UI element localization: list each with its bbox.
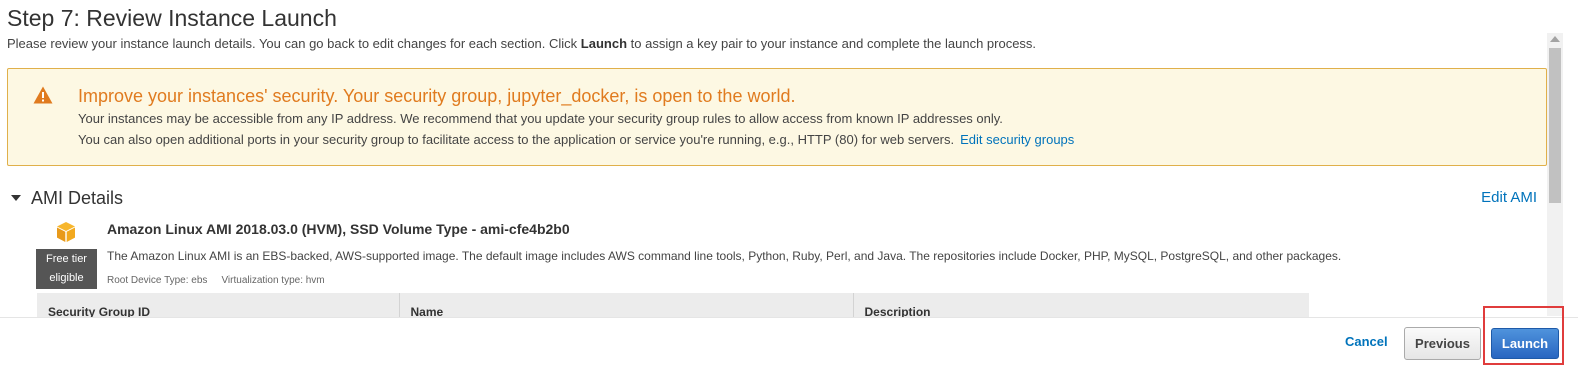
virtualization-type: Virtualization type: hvm — [221, 275, 325, 286]
column-header-name: Name — [399, 293, 854, 317]
intro-launch-keyword: Launch — [580, 36, 628, 51]
warning-title: Improve your instances' security. Your s… — [78, 86, 796, 106]
ami-section-title[interactable]: AMI Details — [31, 188, 123, 209]
ami-description: The Amazon Linux AMI is an EBS-backed, A… — [107, 249, 1342, 263]
intro-text-end: to assign a key pair to your instance an… — [627, 36, 1037, 51]
previous-button[interactable]: Previous — [1404, 327, 1481, 360]
warning-triangle-icon — [33, 86, 53, 104]
table-header-row: Security Group ID Name Description — [37, 293, 1309, 317]
amazon-cube-icon — [57, 222, 75, 242]
free-tier-badge: Free tier eligible — [36, 249, 97, 289]
page-title: Step 7: Review Instance Launch — [7, 5, 337, 31]
edit-ami-link[interactable]: Edit AMI — [1481, 189, 1537, 206]
warning-text-line-1: Your instances may be accessible from an… — [78, 111, 1003, 126]
column-header-security-group-id: Security Group ID — [37, 293, 400, 317]
scroll-up-arrow-icon[interactable] — [1550, 36, 1560, 42]
intro-text: Please review your instance launch detai… — [7, 36, 1036, 51]
security-groups-header: Security Group ID Name Description — [37, 293, 1309, 317]
ami-name: Amazon Linux AMI 2018.03.0 (HVM), SSD Vo… — [107, 221, 570, 237]
security-groups-table: Security Group ID Name Description — [37, 293, 1309, 317]
ami-section-collapse-icon[interactable] — [11, 195, 21, 201]
edit-security-groups-link[interactable]: Edit security groups — [960, 132, 1074, 147]
intro-text-start: Please review your instance launch detai… — [7, 36, 581, 51]
scrollbar-thumb[interactable] — [1549, 48, 1561, 203]
warning-text-line-2-body: You can also open additional ports in yo… — [78, 132, 955, 147]
column-header-description: Description — [864, 305, 931, 317]
footer-divider — [0, 317, 1578, 318]
ami-metadata: Root Device Type: ebs Virtualization type… — [107, 275, 325, 287]
root-device-type: Root Device Type: ebs — [107, 275, 208, 286]
launch-button[interactable]: Launch — [1491, 328, 1559, 359]
warning-text-line-2: You can also open additional ports in yo… — [78, 132, 1074, 147]
free-tier-label-line-1: Free tier — [46, 253, 87, 265]
cancel-button[interactable]: Cancel — [1345, 334, 1388, 349]
free-tier-label-line-2: eligible — [49, 272, 84, 284]
